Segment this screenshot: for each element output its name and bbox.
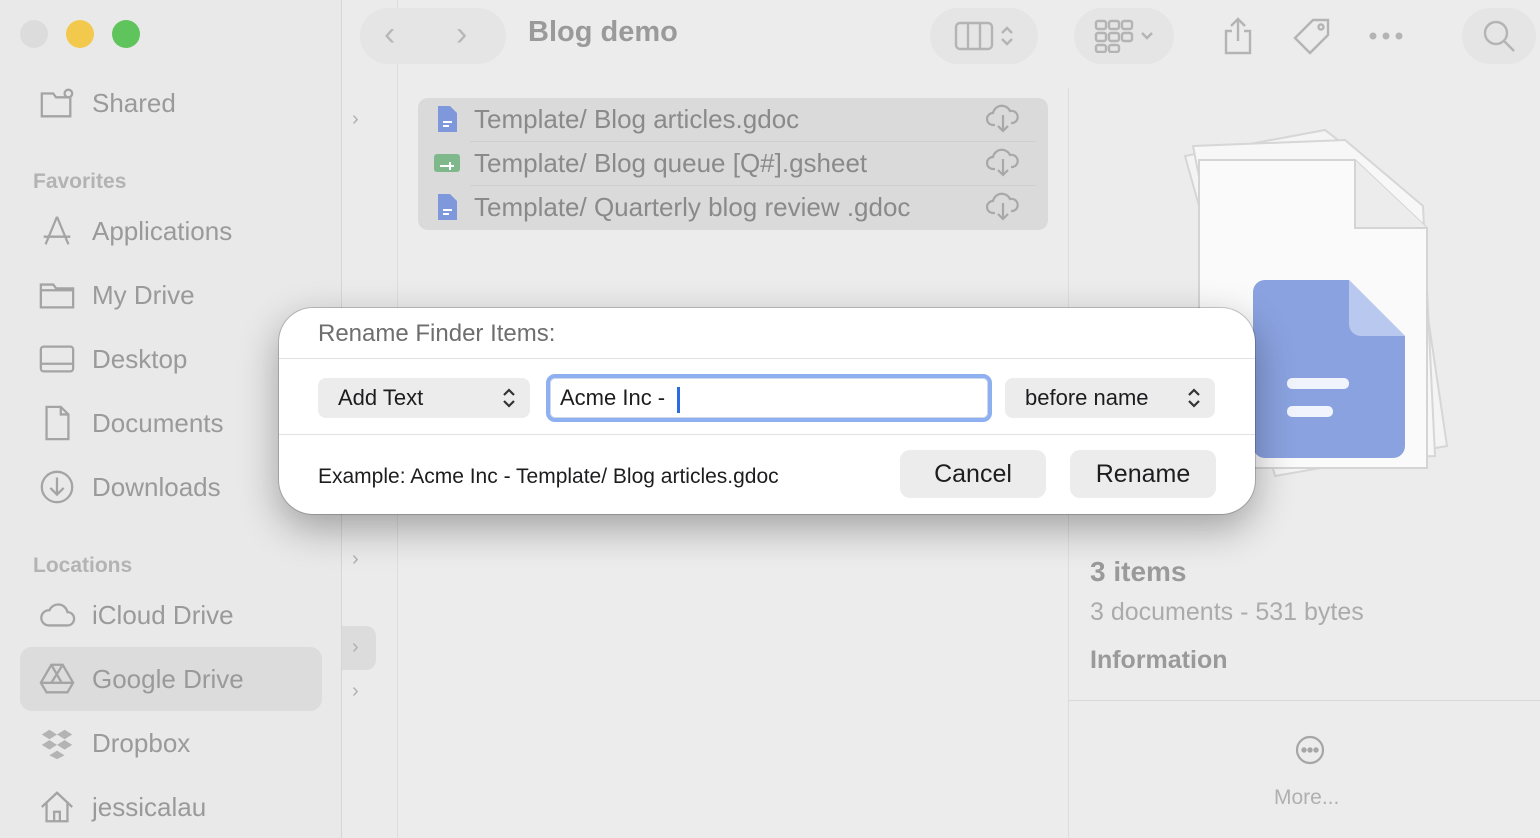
chevron-right-icon: › [352,548,359,570]
cloud-icon [36,594,78,636]
sidebar-item-documents[interactable]: Documents [20,391,322,455]
more-label[interactable]: More... [1274,786,1339,810]
share-button[interactable] [1216,14,1260,58]
grid-icon [1094,19,1134,53]
sidebar-item-label: iCloud Drive [92,599,234,630]
preview-item-count: 3 items [1090,556,1187,587]
google-sheet-icon [434,154,460,172]
google-doc-icon [438,106,457,132]
zoom-window-button[interactable] [112,20,140,48]
applications-icon [36,210,78,252]
text-position-select[interactable]: before name [1005,378,1215,418]
google-drive-icon [36,658,78,700]
locations-header: Locations [33,554,133,577]
sidebar-item-label: Desktop [92,343,188,374]
text-cursor [677,387,680,413]
tag-icon [1293,18,1330,55]
up-down-chevron-icon [502,387,516,415]
sidebar-item-icloud-drive[interactable]: iCloud Drive [20,583,322,647]
more-actions-button[interactable] [1364,14,1408,58]
file-name: Template/ Blog queue [Q#].gsheet [474,147,868,178]
dialog-divider [279,434,1255,435]
home-icon [36,786,78,828]
sidebar-item-label: My Drive [92,279,195,310]
preview-information-header: Information [1090,646,1228,674]
preview-summary: 3 documents - 531 bytes [1090,598,1364,626]
more-button[interactable] [1294,734,1326,771]
window-controls [20,20,140,48]
minimize-window-button[interactable] [66,20,94,48]
search-button[interactable] [1462,8,1536,64]
sidebar-item-label: Shared [92,87,176,118]
folder-icon [36,274,78,316]
desktop-icon [36,338,78,380]
document-icon [36,402,78,444]
sidebar-item-shared[interactable]: Shared [20,71,322,135]
back-button[interactable]: ‹ [384,14,395,54]
rename-button[interactable]: Rename [1070,450,1216,498]
close-window-button[interactable] [20,20,48,48]
group-by-button[interactable] [1074,8,1174,64]
download-icon [36,466,78,508]
tag-button[interactable] [1290,14,1334,58]
dialog-divider [279,358,1255,359]
sidebar-item-label: jessicalau [92,791,207,822]
sidebar-item-google-drive[interactable]: Google Drive [20,647,322,711]
sidebar-item-home[interactable]: jessicalau [20,775,322,838]
sidebar-item-label: Dropbox [92,727,191,758]
sidebar-item-label: Downloads [92,471,221,502]
share-icon [1224,17,1252,55]
chevron-right-icon: › [352,680,359,702]
up-down-chevron-icon [1187,387,1201,415]
text-position-value: before name [1025,385,1149,410]
file-row[interactable]: Template/ Quarterly blog review .gdoc [418,185,1048,229]
columns-view-icon [954,21,994,51]
rename-mode-select[interactable]: Add Text [318,378,530,418]
cloud-download-icon[interactable] [985,147,1020,184]
sidebar-item-my-drive[interactable]: My Drive [20,263,322,327]
cloud-download-icon[interactable] [985,103,1020,140]
up-down-chevron-icon [1001,26,1013,46]
favorites-header: Favorites [33,170,127,193]
google-doc-icon [438,194,457,220]
sidebar-item-label: Documents [92,407,224,438]
navigation-controls [360,8,506,64]
rename-example: Example: Acme Inc - Template/ Blog artic… [318,465,779,488]
forward-button[interactable]: › [456,14,467,54]
column-selection-highlight [342,626,376,670]
add-text-input[interactable] [546,374,992,422]
cancel-button[interactable]: Cancel [900,450,1046,498]
chevron-right-icon: › [352,108,359,130]
sidebar-item-label: Google Drive [92,663,244,694]
file-name: Template/ Blog articles.gdoc [474,103,800,134]
view-mode-button[interactable] [930,8,1038,64]
more-circle-icon [1295,735,1325,765]
chevron-down-icon [1141,32,1153,40]
chevron-right-icon: › [352,636,359,658]
preview-divider [1068,700,1540,701]
rename-mode-value: Add Text [338,385,424,410]
dropbox-icon [36,722,78,764]
file-row[interactable]: Template/ Blog queue [Q#].gsheet [418,141,1048,185]
window-title: Blog demo [528,16,678,48]
ellipsis-icon [1369,32,1403,40]
shared-folder-icon [36,82,78,124]
cloud-download-icon[interactable] [985,191,1020,228]
sidebar-item-applications[interactable]: Applications [20,199,322,263]
rename-finder-items-dialog: Rename Finder Items: Add Text before nam… [279,308,1255,514]
sidebar-item-desktop[interactable]: Desktop [20,327,322,391]
file-row[interactable]: Template/ Blog articles.gdoc [418,97,1048,141]
sidebar-item-downloads[interactable]: Downloads [20,455,322,519]
sidebar-item-label: Applications [92,215,233,246]
sidebar-item-dropbox[interactable]: Dropbox [20,711,322,775]
dialog-title: Rename Finder Items: [318,320,556,347]
search-icon [1483,20,1515,52]
file-name: Template/ Quarterly blog review .gdoc [474,191,911,222]
